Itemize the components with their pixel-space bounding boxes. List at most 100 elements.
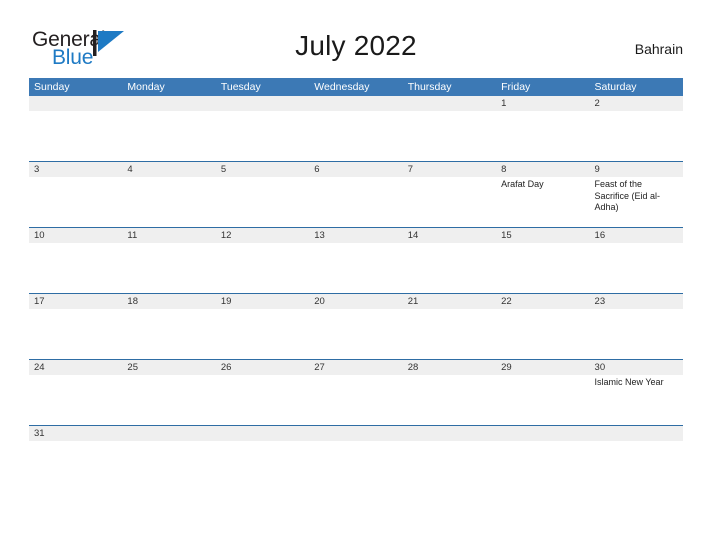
day-number: 12 [220,230,232,241]
day-number: 21 [407,296,419,307]
weekday-header-saturday: Saturday [594,81,637,93]
calendar-week-row: 3 4 5 6 7 8 Arafat Day 9 Feast of the Sacrifice … [29,161,683,227]
calendar-day-cell[interactable]: 13 [309,228,403,293]
weekday-header-wednesday: Wednesday [314,81,370,93]
calendar-week-row: 10 11 12 13 14 15 16 [29,227,683,293]
calendar-day-cell[interactable]: 9 Feast of the Sacrifice (Eid al-Adha) [589,162,683,227]
calendar-day-cell[interactable]: 4 [122,162,216,227]
day-number-band: 29 [496,360,590,375]
day-number: 1 [501,98,507,109]
calendar-day-cell[interactable]: 10 [29,228,123,293]
calendar-day-cell-empty [122,426,216,448]
day-number-band: 21 [402,294,497,309]
day-number-band: 11 [122,228,216,243]
weekday-header-sunday: Sunday [34,81,70,93]
day-events: Arafat Day [496,177,589,191]
calendar-week-row: 12 [29,96,683,161]
calendar-day-cell[interactable]: 1 [496,96,590,161]
day-number-band: 1 [496,96,590,111]
day-number: 25 [127,362,138,373]
day-number: 18 [127,296,138,307]
calendar-day-cell[interactable]: 15 [496,228,590,293]
calendar-day-cell[interactable]: 22 [496,294,590,359]
calendar-day-cell-empty [29,96,123,161]
day-number-band: 17 [29,294,123,309]
day-number: 3 [34,164,40,175]
day-number-band: 20 [309,294,403,309]
day-number: 15 [501,230,512,241]
day-number: 19 [220,296,232,307]
day-number-band: 9 [589,162,683,177]
calendar-day-cell-empty [496,426,590,448]
day-number-band: 2 [589,96,683,111]
calendar-day-cell[interactable]: 8 Arafat Day [496,162,590,227]
calendar-day-cell[interactable]: 31 [29,426,123,448]
calendar-day-cell[interactable]: 25 [122,360,216,425]
calendar-day-cell-empty [402,426,497,448]
day-number-band [122,426,216,441]
day-number-band: 23 [589,294,683,309]
day-number: 20 [314,296,325,307]
day-number-band: 7 [402,162,497,177]
day-number-band: 13 [309,228,403,243]
calendar-day-cell-empty [215,96,310,161]
calendar-day-cell[interactable]: 17 [29,294,123,359]
day-number: 31 [34,428,45,439]
day-number-band: 31 [29,426,123,441]
calendar-day-cell[interactable]: 27 [309,360,403,425]
day-number-band [215,96,310,111]
day-number: 14 [407,230,419,241]
calendar-day-cell[interactable]: 11 [122,228,216,293]
day-number: 17 [34,296,45,307]
weekday-header-row: Sunday Monday Tuesday Wednesday Thursday Frid… [29,78,683,96]
day-number: 7 [407,164,413,175]
calendar-day-cell[interactable]: 21 [402,294,497,359]
day-number: 6 [314,164,320,175]
day-number-band: 3 [29,162,123,177]
calendar-day-cell[interactable]: 18 [122,294,216,359]
day-number-band [309,96,403,111]
calendar-day-cell[interactable]: 6 [309,162,403,227]
calendar-day-cell[interactable]: 12 [215,228,310,293]
calendar-day-cell[interactable]: 3 [29,162,123,227]
day-number-band: 4 [122,162,216,177]
day-number: 5 [220,164,227,175]
calendar-day-cell[interactable]: 14 [402,228,497,293]
calendar-day-cell[interactable]: 16 [589,228,683,293]
holiday-event: Arafat Day [501,179,544,189]
day-number-band [589,426,683,441]
day-events: Feast of the Sacrifice (Eid al-Adha) [590,177,683,214]
calendar-day-cell[interactable]: 5 [215,162,310,227]
day-number-band: 28 [402,360,497,375]
weekday-header-tuesday: Tuesday [220,81,261,93]
day-number-band: 14 [402,228,497,243]
calendar-week-cells: 10 11 12 13 14 15 16 [29,228,683,293]
calendar-day-cell[interactable]: 29 [496,360,590,425]
day-number-band: 24 [29,360,123,375]
day-number-band [496,426,590,441]
day-number: 11 [127,230,138,241]
holiday-event: Feast of the Sacrifice (Eid al-Adha) [594,179,661,212]
day-number-band: 10 [29,228,123,243]
calendar-week-row: 17 18 19 20 21 22 23 [29,293,683,359]
calendar-day-cell[interactable]: 23 [589,294,683,359]
calendar-week-cells: 24 25 26 27 28 29 30 Islamic New Year [29,360,683,425]
day-number-band: 16 [589,228,683,243]
calendar-day-cell[interactable]: 30 Islamic New Year [589,360,683,425]
calendar-day-cell[interactable]: 26 [215,360,310,425]
calendar-day-cell[interactable]: 2 [589,96,683,161]
calendar-day-cell-empty [309,426,403,448]
day-number: 30 [594,362,606,373]
day-number-band [309,426,403,441]
calendar-day-cell[interactable]: 19 [215,294,310,359]
calendar-week-row: 31 [29,425,683,448]
calendar-day-cell[interactable]: 20 [309,294,403,359]
calendar-day-cell[interactable]: 24 [29,360,123,425]
calendar-day-cell[interactable]: 7 [402,162,497,227]
day-number: 23 [594,296,606,307]
day-number: 29 [501,362,512,373]
day-number-band: 5 [215,162,310,177]
calendar-day-cell[interactable]: 28 [402,360,497,425]
day-number-band: 25 [122,360,216,375]
day-number-band: 8 [496,162,590,177]
